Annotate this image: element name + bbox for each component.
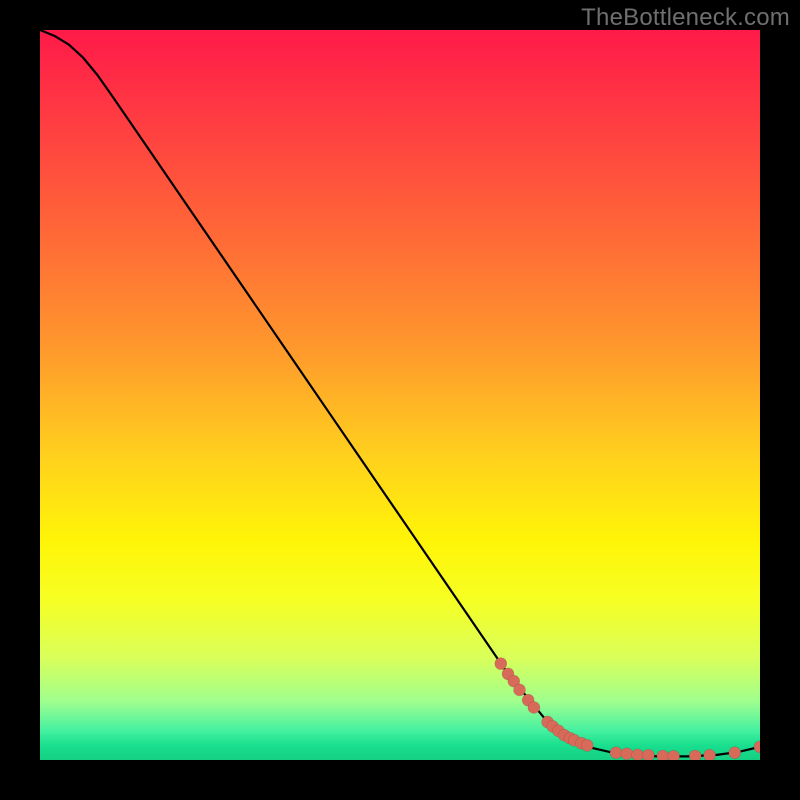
bottleneck-curve xyxy=(40,30,760,756)
data-dot xyxy=(642,749,654,760)
attribution-text: TheBottleneck.com xyxy=(581,4,790,32)
curve-svg xyxy=(40,30,760,760)
data-dot xyxy=(754,741,760,753)
data-dot xyxy=(729,747,741,759)
data-dot xyxy=(581,739,593,751)
data-dot xyxy=(495,658,507,670)
data-dot xyxy=(514,684,526,696)
data-dot xyxy=(610,747,622,759)
data-dot xyxy=(657,750,669,760)
data-dot xyxy=(689,750,701,760)
data-dot xyxy=(632,749,644,760)
data-dots-group xyxy=(495,658,760,760)
data-dot xyxy=(621,748,633,760)
data-dot xyxy=(528,701,540,713)
chart-plot-area xyxy=(40,30,760,760)
data-dot xyxy=(704,749,716,760)
data-dot xyxy=(668,750,680,760)
